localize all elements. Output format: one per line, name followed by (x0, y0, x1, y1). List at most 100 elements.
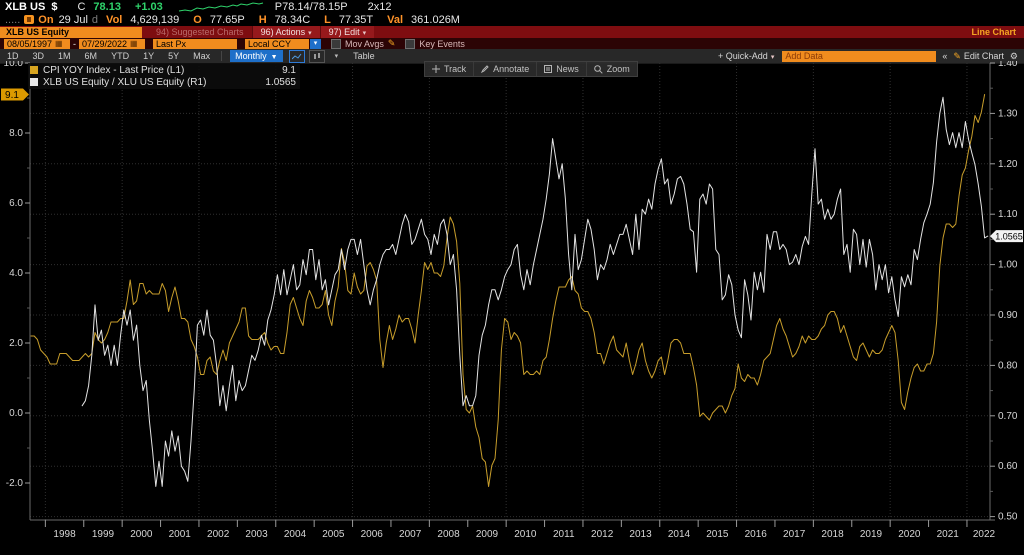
period-button-1d[interactable]: 1D (0, 51, 26, 61)
x-axis-year-label: 1999 (92, 529, 115, 540)
x-axis-year-label: 2005 (322, 529, 345, 540)
suggested-charts-button[interactable]: 94) Suggested Charts (156, 27, 244, 37)
right-axis-tick-label: 1.30 (998, 108, 1018, 119)
delay-flag: d (91, 13, 99, 26)
x-axis-year-label: 2008 (437, 529, 460, 540)
start-date-input[interactable]: 08/05/1997 ▦ (4, 38, 70, 49)
legend-item[interactable]: CPI YOY Index - Last Price (L1) 9.1 (30, 64, 298, 76)
key-events-checkbox[interactable] (405, 38, 416, 49)
x-axis-year-label: 2002 (207, 529, 230, 540)
left-badge-text: 9.1 (5, 90, 19, 101)
period-button-max[interactable]: Max (186, 51, 217, 61)
track-button[interactable]: Track (425, 62, 475, 76)
calendar-icon: ▦ (130, 38, 138, 48)
chart-plot[interactable]: 10.0 8.0 6.0 4.0 2.0 0.0 -2.0 1.40 1.30 1.20 1.10 1… (0, 58, 1024, 550)
bid-ask: P78.14/78.15P (274, 0, 348, 13)
annotate-button[interactable]: Annotate (474, 62, 538, 76)
low-label: L (324, 13, 331, 26)
x-axis-year-label: 2004 (284, 529, 307, 540)
chart-legend: CPI YOY Index - Last Price (L1) 9.1 XLB US… (28, 63, 300, 89)
gear-icon[interactable]: ⚙ (1010, 51, 1018, 62)
x-axis-year-label: 2001 (169, 529, 192, 540)
x-axis-year-label: 2017 (783, 529, 806, 540)
pencil-icon (481, 65, 489, 73)
traded-value: 361.026M (411, 13, 460, 26)
news-button[interactable]: News (537, 62, 587, 76)
x-axis-year-label: 2015 (706, 529, 729, 540)
left-axis-tick-label: 0.0 (9, 408, 23, 419)
chart-type-caret[interactable]: ▾ (335, 52, 339, 60)
actions-menu-button[interactable]: 96) Actions ▾ (251, 26, 320, 38)
edit-menu-button[interactable]: 97) Edit ▾ (319, 26, 375, 38)
bell-icon[interactable] (24, 15, 35, 24)
open-label: O (193, 13, 202, 26)
right-axis-tick-label: 1.10 (998, 209, 1018, 220)
chart-type-label: Line Chart (971, 27, 1016, 37)
x-axis-year-label: 2012 (591, 529, 614, 540)
edit-chart-button[interactable]: ✎ Edit Chart (953, 51, 1004, 62)
x-axis-year-label: 1998 (53, 529, 76, 540)
crosshair-icon (432, 65, 440, 73)
legend-label: XLB US Equity / XLU US Equity (R1) (43, 76, 207, 88)
ellipsis-dots: ..... (5, 13, 21, 26)
price-change: +1.03 (134, 0, 163, 13)
legend-item[interactable]: XLB US Equity / XLU US Equity (R1) 1.0565 (30, 76, 298, 88)
period-button-6m[interactable]: 6M (78, 51, 105, 61)
pencil-icon[interactable]: ✎ (388, 38, 396, 49)
caret-down-icon: ▾ (362, 30, 367, 37)
mov-avgs-checkbox[interactable] (331, 38, 341, 49)
legend-swatch (30, 66, 38, 74)
field-select[interactable]: Last Px (153, 38, 237, 49)
period-button-5y[interactable]: 5Y (161, 51, 186, 61)
x-axis-year-label: 2000 (130, 529, 153, 540)
left-axis-tick-label: 2.0 (9, 338, 23, 349)
magnifier-icon (593, 64, 603, 74)
caret-down-icon: ▾ (308, 30, 312, 37)
collapse-panel-icon[interactable]: « (942, 51, 947, 61)
zoom-button[interactable]: Zoom (587, 62, 637, 76)
left-axis-tick-label: 6.0 (9, 198, 23, 209)
currency-select[interactable]: Local CCY (245, 38, 309, 49)
left-axis-tick-label: 4.0 (9, 268, 23, 279)
volume: 4,629,139 (130, 13, 180, 26)
chart-overlay-toolbar: Track Annotate News Zoom (424, 61, 638, 77)
end-date-input[interactable]: 07/29/2022 ▦ (79, 38, 145, 49)
security-input[interactable]: XLB US Equity (0, 26, 142, 38)
caret-down-icon: ▾ (770, 54, 775, 61)
bloomberg-terminal-gp-chart: { "header": { "ticker": "XLB US", "curre… (0, 0, 1024, 550)
period-button-1y[interactable]: 1Y (136, 51, 161, 61)
chart-area: 10.0 8.0 6.0 4.0 2.0 0.0 -2.0 1.40 1.30 1.20 1.10 1… (0, 58, 1024, 550)
x-axis-year-label: 2009 (476, 529, 499, 540)
right-axis-tick-label: 0.60 (998, 461, 1018, 472)
vol-label: Vol (106, 13, 123, 26)
x-axis-year-label: 2010 (514, 529, 537, 540)
last-label: C (77, 0, 86, 13)
x-axis-year-label: 2016 (745, 529, 768, 540)
period-button-ytd[interactable]: YTD (104, 51, 136, 61)
x-axis-year-label: 2014 (668, 529, 691, 540)
x-axis-year-label: 2021 (937, 529, 960, 540)
caret-down-icon: ▼ (270, 54, 278, 61)
quick-add-button[interactable]: + Quick-Add ▾ (718, 51, 774, 61)
legend-label: CPI YOY Index - Last Price (L1) (43, 64, 185, 76)
function-ribbon: XLB US Equity 94) Suggested Charts 96) A… (0, 26, 1024, 38)
val-label: Val (387, 13, 404, 26)
key-events-label: Key Events (419, 38, 465, 49)
cpi-yoy-line-series (30, 94, 986, 487)
x-axis-year-label: 2006 (361, 529, 384, 540)
x-axis-year-label: 2019 (860, 529, 883, 540)
session-date: 29 Jul (58, 13, 88, 26)
legend-value: 1.0565 (265, 76, 296, 88)
period-button-3d[interactable]: 3D (26, 51, 52, 61)
right-axis-tick-label: 1.00 (998, 260, 1018, 271)
ticker: XLB US (5, 0, 46, 13)
add-data-input[interactable] (782, 50, 937, 62)
currency-caret-button[interactable]: ▾ (310, 38, 321, 49)
x-axis-year-label: 2003 (245, 529, 268, 540)
table-button[interactable]: Table (346, 51, 382, 61)
right-axis-tick-label: 1.40 (998, 61, 1018, 69)
low-price: 77.35T (338, 13, 374, 26)
period-button-1m[interactable]: 1M (51, 51, 78, 61)
high-price: 78.34C (274, 13, 311, 26)
right-axis-tick-label: 0.80 (998, 360, 1018, 371)
